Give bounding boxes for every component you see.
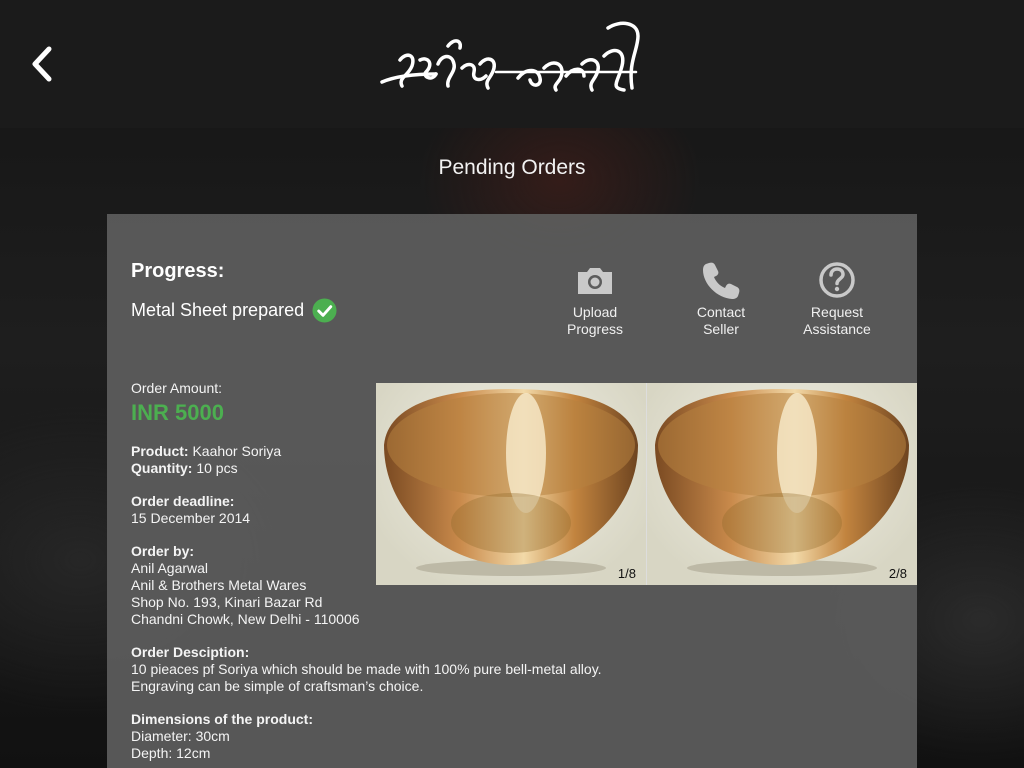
description-line1: 10 pieaces pf Soriya which should be mad… (131, 661, 602, 677)
quantity-label: Quantity: (131, 460, 193, 476)
progress-status: Metal Sheet prepared (131, 298, 337, 323)
upload-label-line2: Progress (566, 321, 624, 337)
bowl-image (384, 389, 638, 576)
back-button[interactable] (24, 44, 60, 84)
order-card: Progress: Metal Sheet prepared Upload Pr… (107, 214, 917, 768)
description-line2: Engraving can be simple of craftsman’s c… (131, 678, 424, 694)
quantity-value: 10 pcs (196, 460, 238, 476)
order-by-address-line2: Chandni Chowk, New Delhi - 110006 (131, 611, 360, 627)
camera-icon (578, 268, 612, 294)
deadline-label: Order deadline: (131, 493, 235, 509)
upload-label-line1: Upload (572, 304, 618, 320)
request-label-line1: Request (810, 304, 864, 320)
chevron-left-icon (32, 46, 52, 82)
dimension-depth: Depth: 12cm (131, 745, 211, 761)
bowl-image (655, 389, 909, 576)
phone-icon (703, 262, 740, 299)
top-bar (0, 0, 1024, 128)
order-by-address-line1: Shop No. 193, Kinari Bazar Rd (131, 594, 323, 610)
description-label: Order Desciption: (131, 644, 250, 660)
progress-status-text: Metal Sheet prepared (131, 300, 305, 320)
photo-counter: 1/8 (617, 566, 636, 581)
product-photo[interactable]: 2/8 (647, 383, 917, 585)
product-value: Kaahor Soriya (192, 443, 282, 459)
contact-label-line2: Seller (703, 321, 739, 337)
question-icon (819, 262, 855, 298)
product-label: Product: (131, 443, 189, 459)
photo-counter: 2/8 (888, 566, 907, 581)
contact-label-line1: Contact (696, 304, 746, 320)
request-assistance-button[interactable]: Request Assistance (782, 260, 892, 338)
check-circle-icon (312, 298, 337, 323)
request-label-line2: Assistance (803, 321, 871, 337)
upload-progress-button[interactable]: Upload Progress (540, 260, 650, 338)
contact-seller-button[interactable]: Contact Seller (666, 260, 776, 338)
dimension-diameter: Diameter: 30cm (131, 728, 230, 744)
product-photo-gallery[interactable]: 1/8 2/8 (376, 383, 917, 585)
product-photo[interactable]: 1/8 (376, 383, 646, 585)
app-logo (376, 16, 646, 102)
page-title: Pending Orders (438, 156, 586, 179)
order-by-label: Order by: (131, 543, 195, 559)
progress-heading: Progress: (131, 260, 225, 282)
dimensions-label: Dimensions of the product: (131, 711, 313, 727)
